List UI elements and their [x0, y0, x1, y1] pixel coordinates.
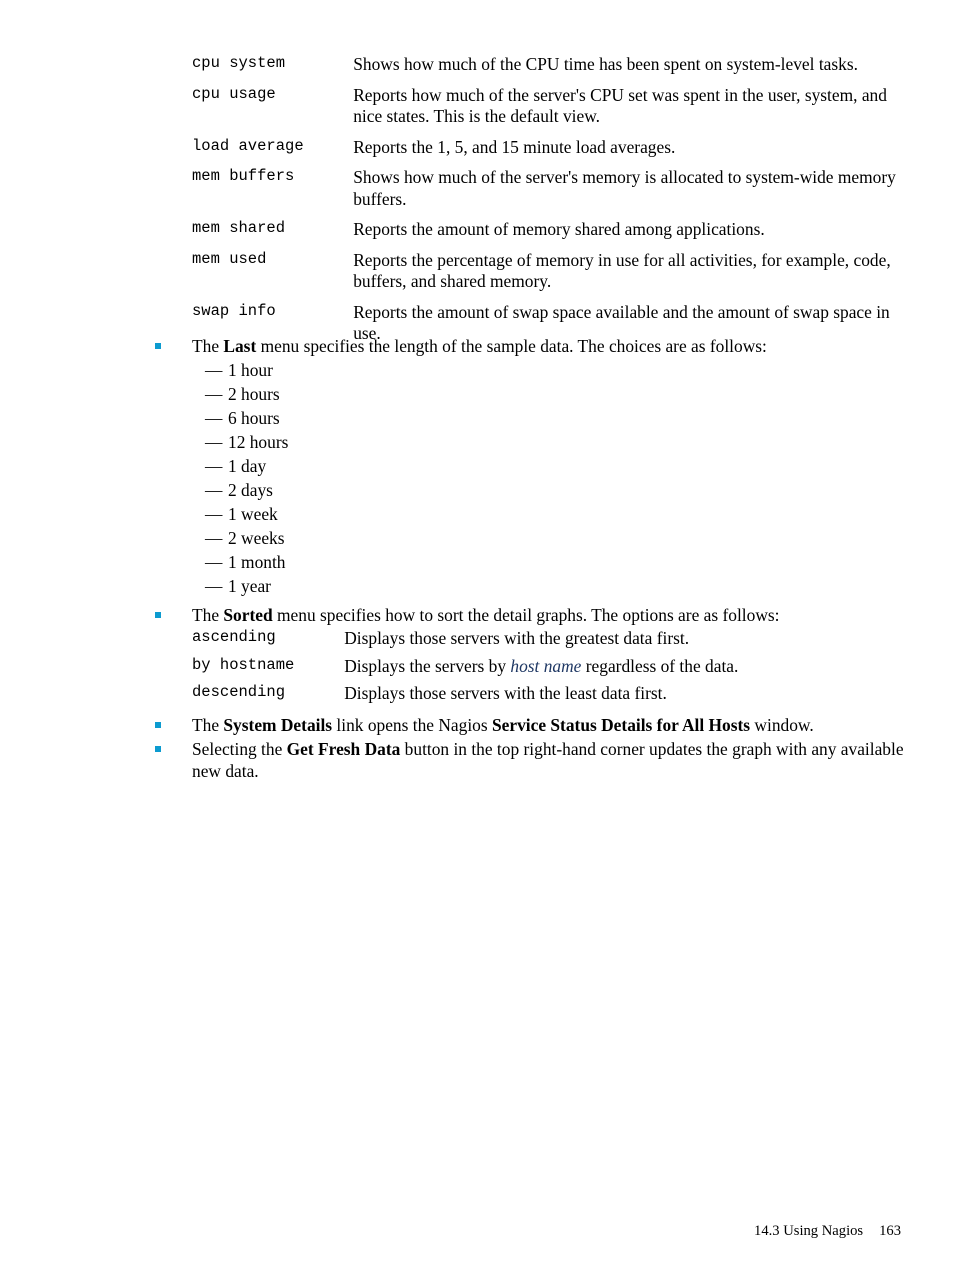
em-dash-icon: —	[205, 480, 223, 500]
bullet-marker-icon	[155, 746, 161, 752]
last-option-6-hours: — 6 hours	[205, 408, 805, 430]
text-fragment: The	[192, 715, 224, 735]
text-fragment: window.	[750, 715, 814, 735]
metrics-definition-list: cpu system Shows how much of the CPU tim…	[192, 54, 902, 354]
text-fragment: menu specifies how to sort the detail gr…	[272, 605, 780, 625]
definition-term: load average	[192, 136, 304, 155]
definition-row: mem used Reports the percentage of memor…	[192, 250, 902, 302]
em-dash-icon: —	[205, 408, 223, 428]
bullet-system-details-text: The System Details link opens the Nagios…	[192, 715, 915, 737]
em-dash-icon: —	[205, 384, 223, 404]
definition-term: mem buffers	[192, 167, 295, 185]
option-label: 1 hour	[228, 360, 273, 380]
cross-reference-link[interactable]: host name	[510, 656, 581, 676]
definition-term: mem shared	[192, 219, 286, 237]
definition-description: Displays those servers with the least da…	[344, 683, 902, 711]
em-dash-icon: —	[205, 552, 223, 572]
sorted-options-definition-list: ascending Displays those servers with th…	[192, 628, 902, 711]
page-footer: 14.3 Using Nagios 163	[0, 1222, 901, 1240]
em-dash-icon: —	[205, 504, 223, 524]
definition-term: cpu system	[192, 54, 286, 72]
option-label: 1 year	[228, 576, 271, 596]
last-option-1-hour: — 1 hour	[205, 360, 805, 382]
em-dash-icon: —	[205, 528, 223, 548]
definition-description: Shows how much of the CPU time has been …	[353, 54, 858, 74]
bullet-get-fresh-data-text: Selecting the Get Fresh Data button in t…	[192, 739, 915, 782]
definition-term: mem used	[192, 249, 267, 268]
definition-term: cpu usage	[192, 84, 276, 103]
option-label: 1 day	[228, 456, 267, 476]
text-fragment: Displays those servers with the greatest…	[344, 628, 690, 648]
definition-description: Reports the 1, 5, and 15 minute load ave…	[353, 136, 676, 157]
bold-sorted: Sorted	[223, 605, 273, 625]
last-option-1-month: — 1 month	[205, 552, 805, 574]
last-option-1-year: — 1 year	[205, 576, 805, 598]
definition-row: cpu usage Reports how much of the server…	[192, 85, 902, 137]
option-label: 2 days	[228, 480, 273, 500]
em-dash-icon: —	[205, 360, 223, 380]
definition-term: ascending	[192, 628, 276, 646]
bullet-last-menu-text: The Last menu specifies the length of th…	[192, 336, 915, 358]
last-option-2-hours: — 2 hours	[205, 384, 805, 406]
text-fragment: menu specifies the length of the sample …	[256, 336, 767, 356]
em-dash-icon: —	[205, 432, 223, 452]
bold-last: Last	[223, 336, 257, 356]
text-fragment: The	[192, 605, 224, 625]
footer-page-number: 163	[879, 1223, 901, 1239]
footer-section-title: 14.3 Using Nagios	[754, 1223, 864, 1239]
last-option-2-days: — 2 days	[205, 480, 805, 502]
bullet-last-menu: The Last menu specifies the length of th…	[155, 336, 915, 358]
bold-system-details: System Details	[223, 715, 333, 735]
last-option-12-hours: — 12 hours	[205, 432, 805, 454]
definition-description: Reports the amount of memory shared amon…	[353, 219, 765, 239]
definition-row: load average Reports the 1, 5, and 15 mi…	[192, 137, 902, 168]
bullet-marker-icon	[155, 612, 161, 618]
definition-description: Reports how much of the server's CPU set…	[353, 84, 887, 127]
definition-term: descending	[192, 683, 286, 701]
text-fragment: Displays the servers by	[344, 655, 511, 676]
definition-description: Shows how much of the server's memory is…	[353, 167, 896, 209]
em-dash-icon: —	[205, 576, 223, 596]
option-label: 1 month	[228, 552, 286, 572]
definition-description: Displays those servers with the greatest…	[344, 628, 902, 656]
definition-row: mem shared Reports the amount of memory …	[192, 219, 902, 250]
definition-term: by hostname	[192, 655, 295, 674]
bold-service-status-details: Service Status Details for All Hosts	[491, 715, 751, 735]
definition-description: Displays the servers by host name regard…	[344, 656, 902, 684]
bullet-marker-icon	[155, 722, 161, 728]
bullet-get-fresh-data: Selecting the Get Fresh Data button in t…	[155, 739, 915, 782]
bullet-sorted-menu-text: The Sorted menu specifies how to sort th…	[192, 605, 915, 627]
option-label: 2 hours	[228, 384, 280, 404]
bullet-sorted-menu: The Sorted menu specifies how to sort th…	[155, 605, 915, 627]
option-label: 2 weeks	[228, 528, 285, 548]
definition-row: by hostname Displays the servers by host…	[192, 656, 902, 684]
definition-row: cpu system Shows how much of the CPU tim…	[192, 54, 902, 85]
definition-row: mem buffers Shows how much of the server…	[192, 167, 902, 219]
text-fragment: Selecting the	[192, 739, 287, 759]
last-option-2-weeks: — 2 weeks	[205, 528, 805, 550]
text-fragment: regardless of the data.	[581, 655, 739, 676]
bullet-marker-icon	[155, 343, 161, 349]
text-fragment: The	[192, 336, 224, 356]
text-fragment: Displays those servers with the least da…	[344, 683, 667, 703]
document-page: cpu system Shows how much of the CPU tim…	[0, 0, 954, 1271]
definition-row: descending Displays those servers with t…	[192, 683, 902, 711]
last-option-1-week: — 1 week	[205, 504, 805, 526]
bold-get-fresh-data: Get Fresh Data	[286, 739, 401, 759]
option-label: 12 hours	[228, 432, 289, 452]
definition-row: ascending Displays those servers with th…	[192, 628, 902, 656]
em-dash-icon: —	[205, 456, 223, 476]
option-label: 1 week	[228, 504, 278, 524]
text-fragment: link opens the Nagios	[332, 715, 492, 735]
bullet-system-details: The System Details link opens the Nagios…	[155, 715, 915, 737]
definition-description: Reports the percentage of memory in use …	[353, 249, 891, 292]
option-label: 6 hours	[228, 408, 280, 428]
last-option-1-day: — 1 day	[205, 456, 805, 478]
